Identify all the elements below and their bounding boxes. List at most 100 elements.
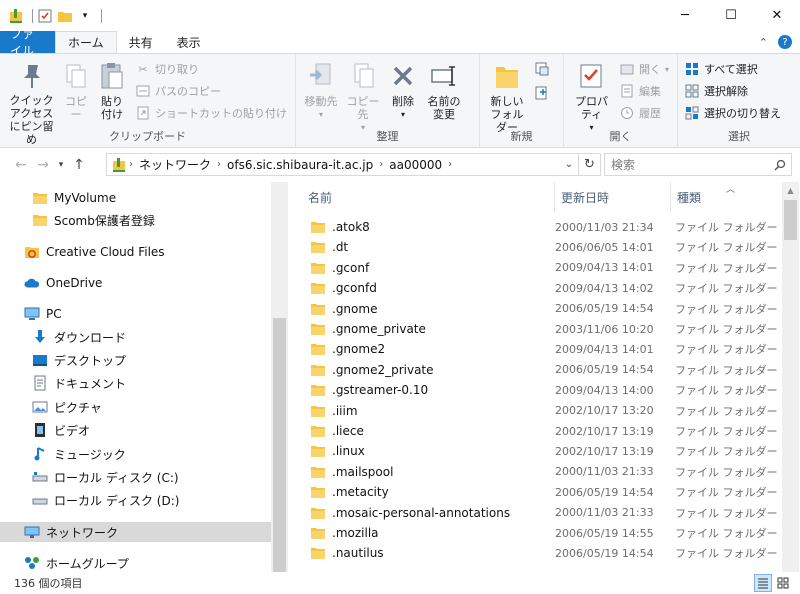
collapse-ribbon-icon[interactable]: ⌃ — [759, 36, 768, 49]
file-date: 2006/05/19 14:54 — [555, 302, 654, 316]
folder-icon — [310, 484, 326, 500]
table-row[interactable]: .gnome 2006/05/19 14:54 ファイル フォルダー — [302, 299, 780, 319]
folder-icon — [310, 403, 326, 419]
table-row[interactable]: .mosaic-personal-annotations 2000/11/03 2… — [302, 503, 780, 523]
column-header-date[interactable]: 更新日時 — [555, 182, 671, 212]
file-type: ファイル フォルダー — [675, 241, 778, 255]
details-view-button[interactable] — [754, 574, 772, 592]
nav-item-drive-c[interactable]: ローカル ディスク (C:) — [32, 467, 179, 487]
nav-scrollbar[interactable] — [271, 182, 287, 572]
scroll-up-icon[interactable]: ▲ — [782, 182, 799, 199]
table-row[interactable]: .linux 2002/10/17 13:19 ファイル フォルダー — [302, 441, 780, 461]
nav-item-homegroup[interactable]: ホームグループ — [24, 553, 129, 572]
table-row[interactable]: .atok8 2000/11/03 21:34 ファイル フォルダー — [302, 217, 780, 237]
table-row[interactable]: .mozilla 2006/05/19 14:55 ファイル フォルダー — [302, 523, 780, 543]
breadcrumb-folder[interactable]: aa00000 — [385, 158, 446, 172]
folder-icon — [310, 321, 326, 337]
select-all-button[interactable]: すべて選択 — [684, 59, 781, 79]
new-folder-icon[interactable] — [57, 8, 73, 24]
select-none-button[interactable]: 選択解除 — [684, 81, 781, 101]
nav-item-downloads[interactable]: ダウンロード — [32, 327, 126, 347]
properties-icon[interactable] — [37, 8, 53, 24]
up-button[interactable]: ↑ — [68, 153, 90, 177]
breadcrumb-network[interactable]: ネットワーク — [135, 156, 215, 173]
nav-item-network[interactable]: ネットワーク — [0, 522, 271, 542]
address-dropdown-icon[interactable]: ⌄ — [560, 159, 578, 170]
pc-icon — [24, 306, 40, 322]
file-name: .metacity — [332, 485, 389, 500]
nav-item-videos[interactable]: ビデオ — [32, 420, 90, 440]
table-row[interactable]: .liece 2002/10/17 13:19 ファイル フォルダー — [302, 421, 780, 441]
address-bar[interactable]: › ネットワーク › ofs6.sic.shibaura-it.ac.jp › … — [106, 153, 601, 176]
new-item-icon[interactable] — [534, 61, 550, 77]
file-list-scrollbar[interactable]: ▲ — [782, 182, 799, 572]
nav-item-creative-cloud[interactable]: Creative Cloud Files — [24, 242, 165, 262]
tab-view[interactable]: 表示 — [165, 31, 213, 53]
nav-item-desktop[interactable]: デスクトップ — [32, 350, 126, 370]
search-icon[interactable] — [769, 159, 791, 171]
customize-qat-icon[interactable]: ▾ — [77, 8, 93, 24]
nav-scrollbar-thumb[interactable] — [273, 318, 286, 572]
nav-item-documents[interactable]: ドキュメント — [32, 373, 126, 393]
copy-path-button[interactable]: パスのコピー — [135, 81, 287, 101]
nav-item-drive-d[interactable]: ローカル ディスク (D:) — [32, 490, 179, 510]
rename-icon — [428, 59, 460, 93]
table-row[interactable]: .gnome2_private 2006/05/19 14:54 ファイル フォルダ… — [302, 360, 780, 380]
table-row[interactable]: .gconfd 2009/04/13 14:02 ファイル フォルダー — [302, 278, 780, 298]
close-button[interactable]: ✕ — [754, 0, 800, 31]
search-box[interactable] — [604, 153, 792, 176]
drive-icon — [32, 469, 48, 485]
help-icon[interactable]: ? — [778, 35, 792, 49]
nav-item-pictures[interactable]: ピクチャ — [32, 397, 102, 417]
file-type: ファイル フォルダー — [675, 343, 778, 357]
back-button[interactable]: ← — [10, 153, 32, 177]
history-button[interactable]: 履歴 — [619, 103, 669, 123]
table-row[interactable]: .dt 2006/06/05 14:01 ファイル フォルダー — [302, 237, 780, 257]
nav-item-onedrive[interactable]: OneDrive — [24, 273, 102, 293]
crumb-separator[interactable]: › — [127, 159, 135, 170]
file-date: 2006/05/19 14:55 — [555, 526, 654, 540]
file-name: .mailspool — [332, 464, 394, 479]
cut-button[interactable]: ✂ 切り取り — [135, 59, 287, 79]
tab-home[interactable]: ホーム — [55, 31, 117, 53]
large-icons-view-button[interactable] — [774, 574, 792, 592]
recent-locations-button[interactable]: ▾ — [54, 153, 68, 177]
nav-item-myvolume[interactable]: MyVolume — [32, 188, 116, 208]
refresh-icon[interactable]: ↻ — [578, 154, 600, 175]
open-label: 開く — [638, 63, 661, 76]
table-row[interactable]: .gconf 2009/04/13 14:01 ファイル フォルダー — [302, 258, 780, 278]
nav-item-pc[interactable]: PC — [24, 304, 62, 324]
nav-item-scomb[interactable]: Scomb保護者登録 — [32, 210, 155, 230]
maximize-button[interactable]: ☐ — [708, 0, 754, 31]
search-input[interactable] — [611, 157, 769, 172]
properties-label: プロパティ — [574, 95, 608, 121]
minimize-button[interactable]: ─ — [662, 0, 708, 31]
table-row[interactable]: .gnome_private 2003/11/06 10:20 ファイル フォルダー — [302, 319, 780, 339]
open-button[interactable]: 開く ▾ — [619, 59, 669, 79]
table-row[interactable]: .nautilus 2006/05/19 14:54 ファイル フォルダー — [302, 543, 780, 563]
nav-item-label: MyVolume — [54, 191, 117, 205]
tab-file[interactable]: ファイル — [0, 27, 55, 58]
forward-button[interactable]: → — [32, 153, 54, 177]
file-list-scrollbar-thumb[interactable] — [784, 200, 797, 240]
column-header-name[interactable]: 名前 — [288, 182, 555, 212]
crumb-separator[interactable]: › — [215, 159, 223, 170]
nav-item-label: ホームグループ — [46, 556, 129, 571]
easy-access-icon[interactable] — [534, 85, 550, 101]
invert-selection-button[interactable]: 選択の切り替え — [684, 103, 781, 123]
nav-item-label: ミュージック — [54, 447, 126, 462]
crumb-separator[interactable]: › — [377, 159, 385, 170]
table-row[interactable]: .gstreamer-0.10 2009/04/13 14:00 ファイル フォルダ… — [302, 380, 780, 400]
crumb-separator[interactable]: › — [446, 159, 454, 170]
table-row[interactable]: .gnome2 2009/04/13 14:01 ファイル フォルダー — [302, 339, 780, 359]
edit-button[interactable]: 編集 — [619, 81, 669, 101]
table-row[interactable]: .mailspool 2000/11/03 21:33 ファイル フォルダー — [302, 462, 780, 482]
file-name: .dt — [332, 240, 349, 255]
paste-shortcut-button[interactable]: ショートカットの貼り付け — [135, 103, 287, 123]
invert-selection-label: 選択の切り替え — [704, 107, 781, 120]
tab-share[interactable]: 共有 — [117, 31, 165, 53]
table-row[interactable]: .iiim 2002/10/17 13:20 ファイル フォルダー — [302, 401, 780, 421]
breadcrumb-server[interactable]: ofs6.sic.shibaura-it.ac.jp — [223, 158, 377, 172]
table-row[interactable]: .metacity 2006/05/19 14:54 ファイル フォルダー — [302, 482, 780, 502]
nav-item-music[interactable]: ミュージック — [32, 444, 126, 464]
